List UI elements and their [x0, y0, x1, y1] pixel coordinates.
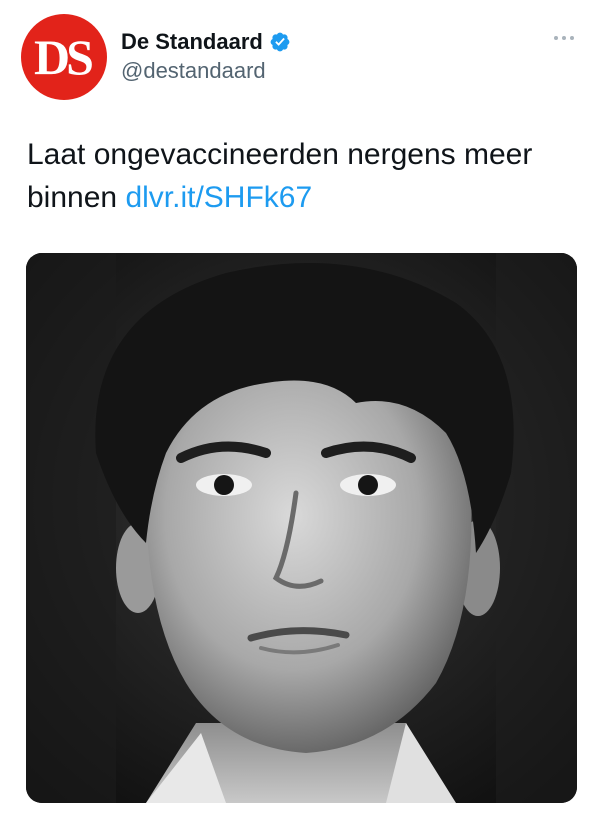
more-dot-icon — [562, 36, 566, 40]
tweet-media-image[interactable] — [26, 253, 577, 803]
avatar[interactable]: DS — [21, 14, 107, 100]
more-options-button[interactable] — [549, 28, 579, 48]
more-dot-icon — [554, 36, 558, 40]
account-name-row[interactable]: De Standaard — [121, 29, 291, 55]
display-name[interactable]: De Standaard — [121, 29, 263, 55]
account-handle[interactable]: @destandaard — [121, 58, 266, 84]
tweet-text: Laat ongevaccineerden nergens meer binne… — [27, 133, 577, 219]
more-dot-icon — [570, 36, 574, 40]
verified-badge-icon — [269, 31, 291, 53]
portrait-photo-icon — [26, 253, 577, 803]
avatar-logo: DS — [34, 29, 94, 85]
tweet-link[interactable]: dlvr.it/SHFk67 — [125, 181, 312, 214]
